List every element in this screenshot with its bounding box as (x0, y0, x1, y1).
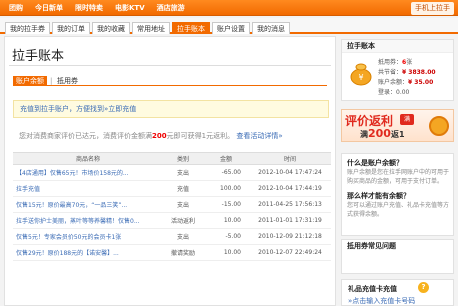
gift-card-title: 礼品充值卡充值 (348, 285, 397, 293)
tab-addresses[interactable]: 常用地址 (132, 22, 170, 34)
table-row: 【4店通用】仅售65元！市场价158元的... 支出 -65.00 2012-1… (13, 164, 331, 181)
tab-my-messages[interactable]: 我的消息 (252, 22, 290, 34)
coupon-faq-title: 抵用券常见问题 (342, 240, 453, 253)
gift-icon (429, 116, 449, 136)
saved-line: 共节省：¥ 3838.00 (378, 69, 436, 76)
enter-card-number-link[interactable]: »点击输入充值卡号码 (348, 296, 415, 306)
account-nav: 我的拉手券 我的订单 我的收藏 常用地址 拉手账本 账户设置 我的消息 (0, 18, 458, 34)
top-nav-item[interactable]: 今日新单 (29, 2, 69, 15)
coupon-faq: 抵用券常见问题 (341, 239, 454, 274)
tab-balance[interactable]: 账户余额 (13, 76, 47, 86)
row-amount: 10.00 (203, 244, 249, 261)
rebate-text-2: 元即可获得1元返利。 (166, 132, 235, 140)
row-time: 2010-12-09 21:12:18 (249, 228, 331, 245)
tab-my-coupons[interactable]: 我的拉手券 (5, 22, 50, 34)
help-icon[interactable]: ? (418, 282, 429, 293)
coupon-count-line: 抵用券：6张 (378, 59, 413, 66)
balance-amount: ¥ 35.00 (408, 79, 434, 86)
col-time: 时间 (249, 152, 331, 165)
title-divider (9, 65, 331, 66)
table-row: 仅售15元！原价最高70元，“一品三笑”... 支出 -15.00 2011-0… (13, 196, 331, 213)
rebate-text: 您对消费商家评价已达元，消费评价金额满 (19, 132, 152, 140)
top-nav-item[interactable]: 酒店旅游 (151, 2, 191, 15)
top-nav-item[interactable]: 限时特卖 (69, 2, 109, 15)
ledger-tabs: 账户余额 | 抵用券 (13, 76, 327, 86)
top-nav-item[interactable]: 团购 (3, 2, 29, 15)
transaction-table: 商品名称 类别 金额 时间 【4店通用】仅售65元！市场价158元的... 支出… (13, 152, 331, 261)
account-stats: 抵用券：6张 共节省：¥ 3838.00 账户余额：¥ 35.00 登录：0.0… (378, 58, 450, 98)
mobile-link[interactable]: 手机上拉手 (411, 2, 454, 15)
tab-ledger[interactable]: 拉手账本 (172, 22, 210, 34)
faq-answer: 账户余额是您在拉手网账户中的可用于购买商品的金额，可用于支付订单。 (347, 169, 450, 185)
col-product: 商品名称 (13, 152, 163, 165)
faq-answer: 您可以通过账户充值、礼品卡充值等方式获得余额。 (347, 202, 450, 218)
col-type: 类别 (163, 152, 203, 165)
row-type: 支出 (163, 196, 203, 213)
row-type: 充值 (163, 180, 203, 197)
col-amount: 金额 (203, 152, 249, 165)
tab-account-settings[interactable]: 账户设置 (212, 22, 250, 34)
row-time: 2011-04-25 17:56:13 (249, 196, 331, 213)
row-product-link[interactable]: 拉手送你护士美丽，蒸叶等等养馨精！仅售0... (13, 212, 163, 229)
balance-line: 账户余额：¥ 35.00 (378, 79, 434, 86)
row-product-link[interactable]: 拉手充值 (13, 180, 163, 197)
promo-tag: 满 (400, 114, 414, 125)
promo-subtitle: 满200返1 (360, 127, 405, 140)
gift-card-recharge: 礼品充值卡充值 ? »点击输入充值卡号码 (341, 279, 454, 306)
row-product-link[interactable]: 仅售29元！原价188元的【诺安馨】... (13, 244, 163, 261)
row-type: 活动返利 (163, 212, 203, 229)
top-nav-item[interactable]: 电影KTV (109, 2, 151, 15)
balance-faq: 什么是账户余额？ 账户余额是您在拉手网账户中的可用于购买商品的金额，可用于支付订… (341, 153, 454, 236)
row-amount: -65.00 (203, 164, 249, 181)
page-title: 拉手账本 (12, 49, 65, 64)
saved-amount: ¥ 3838.00 (402, 69, 436, 76)
tab-separator: | (50, 77, 53, 85)
recharge-notice: 充值到拉手账户，方便找到»立即充值 (13, 100, 329, 118)
row-time: 2012-10-04 17:44:19 (249, 180, 331, 197)
row-amount: -15.00 (203, 196, 249, 213)
recharge-link[interactable]: »立即充值 (104, 105, 136, 113)
row-amount: -5.00 (203, 228, 249, 245)
row-time: 2010-12-07 22:49:24 (249, 244, 331, 261)
account-summary: 拉手账本 ¥ 抵用券：6张 共节省：¥ 3838.00 账户余额：¥ 35.00… (341, 39, 454, 101)
rebate-info: 您对消费商家评价已达元，消费评价金额满200元即可获得1元返利。 查看活动详情» (19, 131, 329, 141)
table-header-row: 商品名称 类别 金额 时间 (13, 152, 331, 165)
main-panel: 拉手账本 账户余额 | 抵用券 充值到拉手账户，方便找到»立即充值 您对消费商家… (4, 36, 336, 306)
table-row: 仅售5元！专家会员价50元的会员卡1张 支出 -5.00 2010-12-09 … (13, 228, 331, 245)
row-product-link[interactable]: 仅售5元！专家会员价50元的会员卡1张 (13, 228, 163, 245)
coin-bag-icon: ¥ (350, 63, 372, 86)
login-value: 0.00 (396, 89, 410, 96)
login-line: 登录：0.00 (378, 89, 410, 96)
row-type: 支出 (163, 164, 203, 181)
table-row: 仅售29元！原价188元的【诺安馨】... 撤请奖励 10.00 2010-12… (13, 244, 331, 261)
tab-my-orders[interactable]: 我的订单 (52, 22, 90, 34)
row-amount: 100.00 (203, 180, 249, 197)
row-type: 支出 (163, 228, 203, 245)
svg-text:¥: ¥ (358, 73, 363, 82)
table-row: 拉手充值 充值 100.00 2012-10-04 17:44:19 (13, 180, 331, 197)
faq-question: 那么样才能有余额？ (347, 192, 410, 200)
row-time: 2011-01-01 17:31:19 (249, 212, 331, 229)
row-time: 2012-10-04 17:47:24 (249, 164, 331, 181)
top-nav-links: 团购 今日新单 限时特卖 电影KTV 酒店旅游 (3, 2, 191, 15)
faq-question: 什么是账户余额？ (347, 159, 403, 167)
rebate-amount: 200 (152, 132, 167, 140)
activity-details-link[interactable]: 查看活动详情» (236, 132, 282, 140)
row-product-link[interactable]: 【4店通用】仅售65元！市场价158元的... (13, 164, 163, 181)
tab-my-favorites[interactable]: 我的收藏 (92, 22, 130, 34)
top-nav: 团购 今日新单 限时特卖 电影KTV 酒店旅游 手机上拉手 (0, 0, 458, 16)
rebate-promo-banner[interactable]: 评价返利 满 满200返1 (341, 109, 454, 142)
row-product-link[interactable]: 仅售15元！原价最高70元，“一品三笑”... (13, 196, 163, 213)
row-type: 撤请奖励 (163, 244, 203, 261)
row-amount: 10.00 (203, 212, 249, 229)
tab-coupons[interactable]: 抵用券 (57, 76, 78, 86)
notice-text: 充值到拉手账户，方便找到 (20, 105, 104, 113)
account-summary-title: 拉手账本 (342, 40, 453, 53)
table-row: 拉手送你护士美丽，蒸叶等等养馨精！仅售0... 活动返利 10.00 2011-… (13, 212, 331, 229)
